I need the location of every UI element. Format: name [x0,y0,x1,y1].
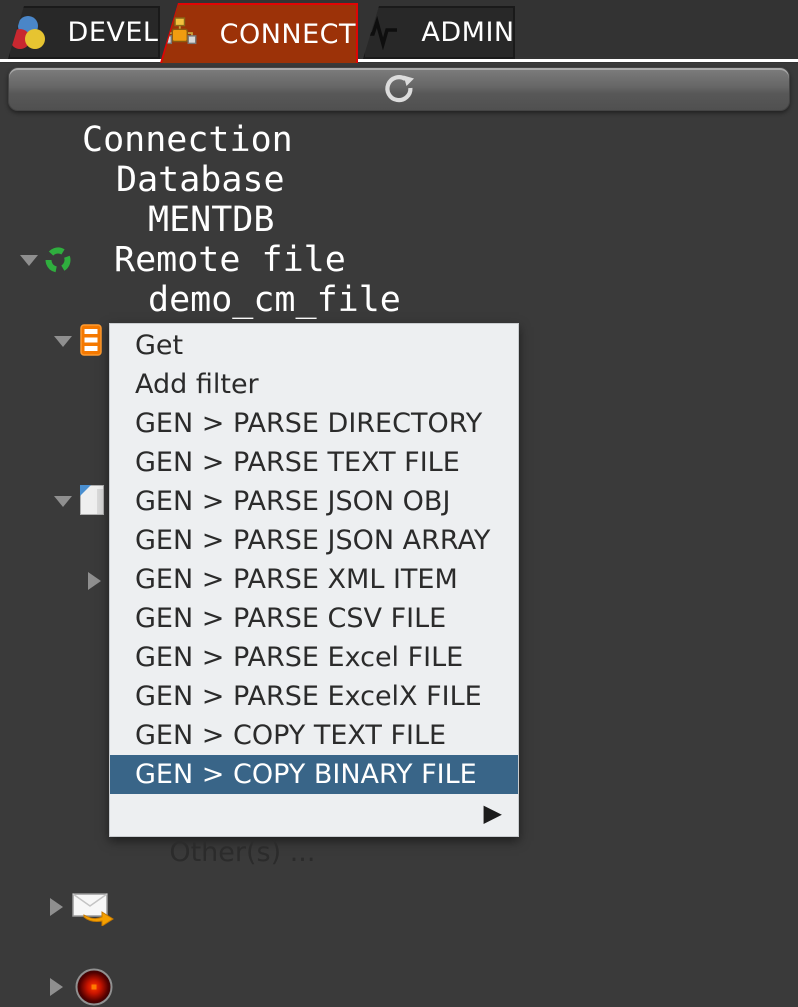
tab-connect-label: CONNECT [220,19,356,50]
tree-label: Remote file [114,240,346,280]
menu-item-parse-csv-file[interactable]: GEN > PARSE CSV FILE [110,599,518,638]
tab-admin-label: ADMIN [421,17,514,48]
record-icon [74,967,114,1007]
tab-connect[interactable]: CONNECT [160,3,358,63]
tree-item-connection[interactable]: Connection [0,120,798,160]
tree-label: MENTDB [148,200,274,240]
refresh-button[interactable] [8,67,790,111]
submenu-arrow-icon: ▶ [484,794,502,833]
menu-item-copy-text-file[interactable]: GEN > COPY TEXT FILE [110,716,518,755]
tree-label: Database [116,160,285,200]
menu-item-others-label: Other(s) ... [169,837,315,868]
menu-item-parse-json-array[interactable]: GEN > PARSE JSON ARRAY [110,521,518,560]
menu-item-get[interactable]: Get [110,326,518,365]
menu-item-parse-directory[interactable]: GEN > PARSE DIRECTORY [110,404,518,443]
expander-right-icon[interactable] [50,978,63,996]
mail-export-icon [72,890,116,926]
tree-item-database[interactable]: Database [0,160,798,200]
tree-label: demo_cm_file [148,280,401,320]
tab-admin[interactable]: ADMIN [363,6,515,59]
tab-devel-label: DEVEL [68,17,159,48]
menu-item-add-filter[interactable]: Add filter [110,365,518,404]
tree-item-remote-file[interactable]: Remote file [0,240,798,280]
expander-down-icon[interactable] [54,336,72,347]
menu-item-parse-text-file[interactable]: GEN > PARSE TEXT FILE [110,443,518,482]
tab-devel[interactable]: DEVEL [8,6,160,59]
pulse-icon [363,16,399,50]
database-icon [80,324,102,356]
context-menu: Get Add filter GEN > PARSE DIRECTORY GEN… [109,323,519,837]
tree-item-demo-cm-file[interactable]: demo_cm_file [0,280,798,320]
tab-bar: DEVEL CONNECT ADMIN [0,0,798,63]
menu-item-copy-binary-file[interactable]: GEN > COPY BINARY FILE [110,755,518,794]
menu-item-parse-json-obj[interactable]: GEN > PARSE JSON OBJ [110,482,518,521]
network-icon [162,16,198,52]
palette-icon [10,16,46,50]
refresh-icon [379,69,419,109]
tree-label: Connection [82,120,293,160]
tabbar-underline [0,59,798,62]
menu-item-parse-excelx-file[interactable]: GEN > PARSE ExcelX FILE [110,677,518,716]
tree-item-mentdb[interactable]: MENTDB [0,200,798,240]
menu-item-parse-xml-item[interactable]: GEN > PARSE XML ITEM [110,560,518,599]
menu-item-parse-excel-file[interactable]: GEN > PARSE Excel FILE [110,638,518,677]
expander-right-icon[interactable] [88,572,101,590]
expander-right-icon[interactable] [50,898,63,916]
menu-item-others[interactable]: Other(s) ... ▶ [110,794,518,833]
